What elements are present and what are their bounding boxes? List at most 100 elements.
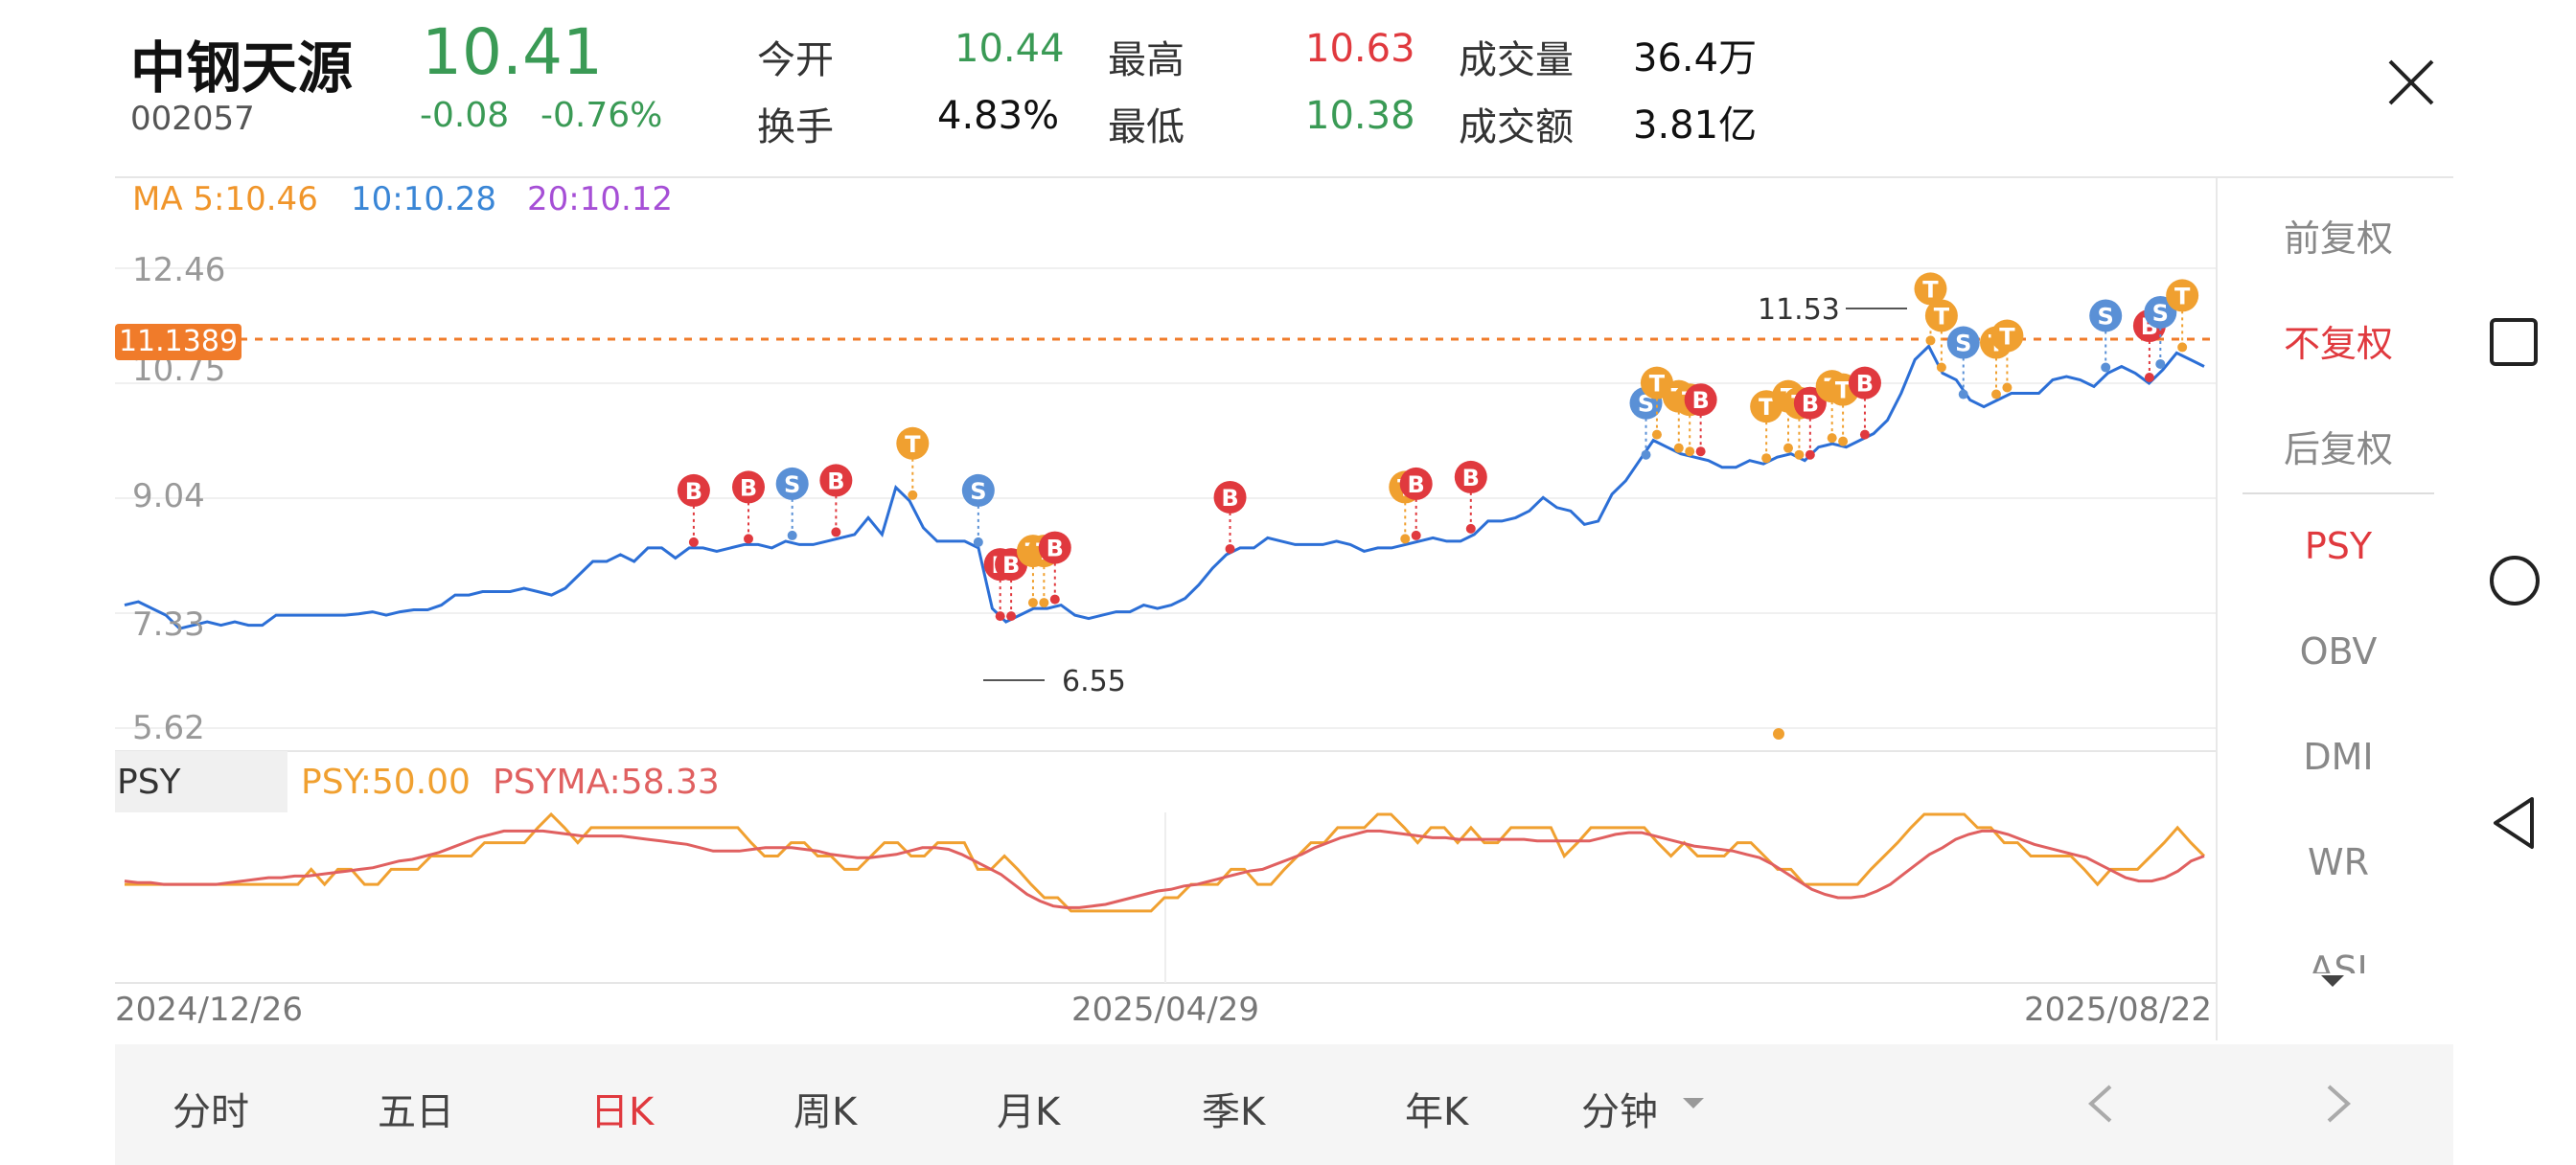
side-item-wr[interactable]: WR: [2242, 841, 2434, 883]
marker-dot: [1039, 598, 1049, 608]
marker-b-label: B: [1002, 552, 1020, 579]
chevron-left-icon: [2088, 1085, 2112, 1123]
psyma-value: PSYMA:58.33: [493, 763, 720, 802]
marker-dot: [1936, 362, 1946, 373]
side-item-asi[interactable]: ASI: [2242, 948, 2434, 973]
marker-dot: [1794, 449, 1805, 460]
marker-b-label: B: [1221, 485, 1238, 512]
square-icon: [2490, 318, 2538, 366]
side-item-psy[interactable]: PSY: [2242, 525, 2434, 567]
side-divider: [2216, 178, 2218, 1040]
marker-s-label: S: [2152, 300, 2169, 327]
marker-dot: [1859, 429, 1870, 440]
marker-b-label: B: [827, 468, 844, 494]
marker-dot: [787, 530, 797, 540]
marker-dot: [1761, 453, 1772, 464]
marker-dot: [1465, 523, 1476, 534]
marker-dot: [1685, 446, 1695, 457]
marker-dot: [1641, 449, 1651, 460]
marker-b-label: B: [1046, 536, 1064, 562]
marker-dot: [1783, 443, 1793, 453]
marker-dot: [1049, 594, 1060, 605]
marker-s-label: S: [2098, 303, 2114, 330]
date-mid: 2025/04/29: [1071, 991, 1259, 1029]
marker-dot: [744, 534, 753, 544]
marker-dot: [1805, 449, 1815, 460]
marker-dot: [1400, 534, 1411, 544]
y-label-1: 12.46: [132, 251, 226, 289]
side-more-icon[interactable]: [2321, 975, 2344, 987]
marker-dot: [973, 537, 983, 547]
recent-apps-button[interactable]: [2488, 316, 2540, 372]
marker-dot: [1925, 335, 1936, 346]
y-label-5: 5.62: [132, 709, 205, 747]
chevron-down-icon[interactable]: [1683, 1098, 1704, 1108]
tab-minute[interactable]: 分钟: [1581, 1081, 1658, 1136]
marker-t-label: T: [1934, 303, 1950, 330]
marker-dot: [1958, 389, 1968, 400]
y-label-4: 7.33: [132, 605, 205, 644]
marker-dot: [1991, 389, 2001, 400]
side-item-dmi[interactable]: DMI: [2242, 736, 2434, 778]
price-line: [124, 343, 2205, 630]
marker-b-label: B: [740, 474, 757, 501]
circle-icon: [2490, 556, 2540, 605]
marker-dot: [1411, 530, 1421, 540]
side-item-post-adjust[interactable]: 后复权: [2242, 420, 2434, 472]
tab-month-k[interactable]: 月K: [997, 1081, 1060, 1136]
marker-dot: [2144, 373, 2154, 382]
marker-b-label: B: [1408, 471, 1425, 498]
tab-week-k[interactable]: 周K: [794, 1081, 857, 1136]
marker-dot: [1027, 598, 1038, 608]
home-button[interactable]: [2488, 554, 2542, 611]
marker-dot: [2155, 358, 2166, 369]
marker-b-label: B: [685, 478, 702, 505]
marker-dot: [1838, 436, 1849, 446]
marker-dot: [1827, 433, 1837, 444]
side-item-pre-adjust[interactable]: 前复权: [2242, 209, 2434, 262]
triangle-back-icon: [2494, 797, 2534, 849]
marker-dot: [995, 611, 1005, 622]
date-end: 2025/08/22: [2024, 991, 2212, 1029]
psy-value: PSY:50.00: [301, 763, 471, 802]
marker-dot: [1673, 443, 1684, 453]
chevron-right-icon: [2327, 1085, 2351, 1123]
marker-dot: [831, 527, 841, 537]
tab-quarter-k[interactable]: 季K: [1202, 1081, 1265, 1136]
marker-dot: [688, 537, 699, 547]
marker-t-label: T: [2174, 283, 2191, 309]
psy-indicator-label: PSY: [117, 763, 181, 802]
marker-dot: [1651, 429, 1662, 440]
marker-s-label: S: [784, 471, 800, 498]
marker-b-label: B: [1462, 465, 1480, 491]
prev-button[interactable]: [2082, 1081, 2120, 1131]
marker-b-label: B: [1691, 387, 1709, 414]
marker-dot: [1695, 446, 1706, 457]
side-separator: [2242, 492, 2434, 494]
tab-day-k[interactable]: 日K: [590, 1081, 654, 1136]
current-price-tag: 11.1389: [115, 324, 242, 360]
side-item-obv[interactable]: OBV: [2242, 630, 2434, 673]
tab-five-day[interactable]: 五日: [378, 1081, 454, 1136]
marker-dot: [908, 490, 918, 500]
back-button[interactable]: [2490, 795, 2538, 855]
high-annotation: 11.53: [1758, 293, 1840, 327]
y-label-3: 9.04: [132, 477, 205, 515]
marker-dot: [1225, 543, 1235, 554]
side-item-no-adjust[interactable]: 不复权: [2242, 314, 2434, 367]
marker-dot: [2002, 382, 2012, 393]
marker-dot: [2177, 342, 2188, 353]
marker-t-label: T: [1999, 324, 2015, 351]
marker-b-label: B: [1802, 391, 1819, 418]
marker-b-label: B: [1856, 371, 1874, 398]
marker-s-label: S: [970, 478, 986, 505]
next-button[interactable]: [2319, 1081, 2358, 1131]
low-annotation: 6.55: [1062, 665, 1126, 698]
marker-t-label: T: [905, 431, 921, 458]
marker-dot: [2101, 362, 2111, 373]
marker-t-label: T: [1922, 276, 1939, 303]
tab-year-k[interactable]: 年K: [1405, 1081, 1468, 1136]
marker-dot: [1006, 611, 1017, 622]
date-start: 2024/12/26: [115, 991, 303, 1029]
tab-intraday[interactable]: 分时: [172, 1081, 249, 1136]
